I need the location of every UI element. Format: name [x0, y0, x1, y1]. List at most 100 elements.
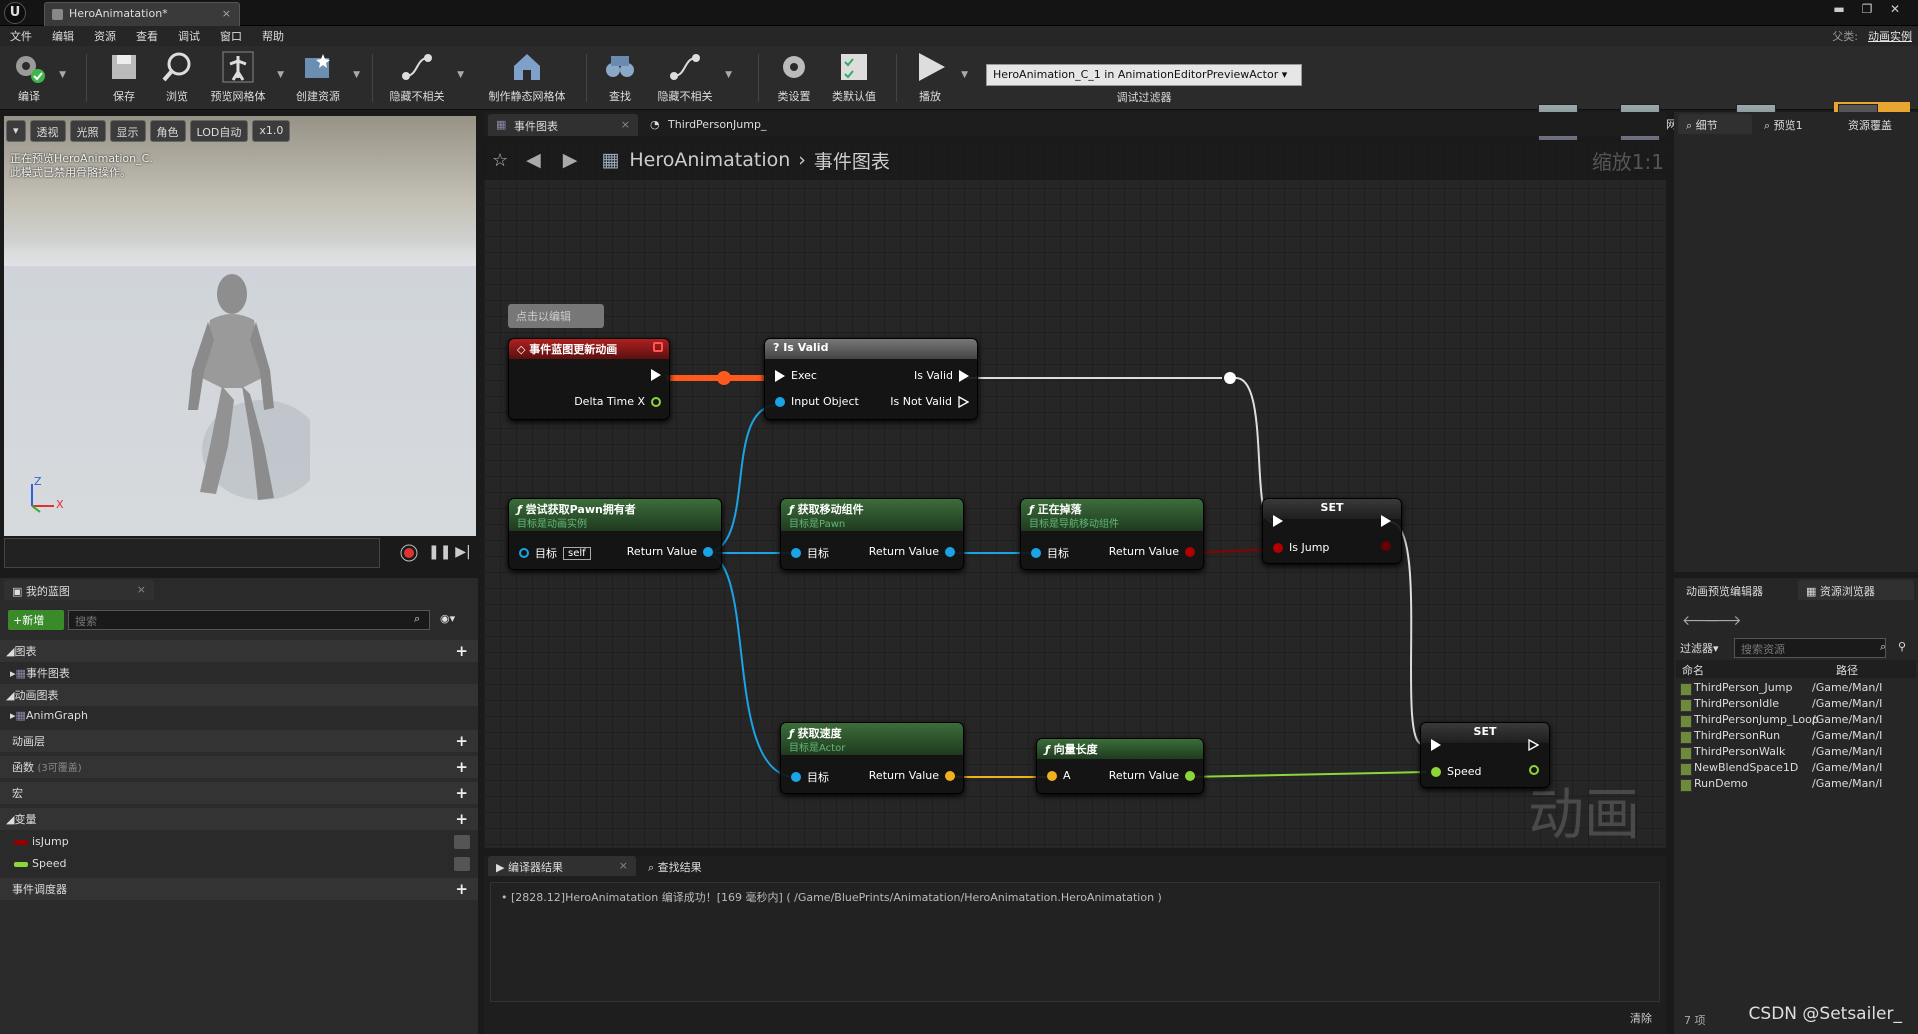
tab-compiler-results-label: 编译器结果 — [507, 861, 563, 874]
asset-search-input[interactable]: 搜索资源 — [1734, 638, 1886, 658]
vector-length-node[interactable]: ƒ 向量长度 A Return Value — [1036, 738, 1204, 794]
is-not-valid-label: Is Not Valid — [890, 395, 952, 408]
set-isjump-exec-out-pin[interactable] — [1381, 515, 1391, 527]
get-velocity-target-label: 目标 — [807, 771, 829, 784]
asset-list-item[interactable]: ThirdPersonWalk/Game/Man/I — [1680, 745, 1916, 761]
tab-anim-preview-editor[interactable]: 动画预览编辑器 — [1678, 580, 1794, 600]
is-valid-title: Is Valid — [783, 341, 829, 354]
object-pin-icon — [791, 548, 801, 558]
is-falling-header: ƒ 正在掉落 目标是导航移动组件 — [1021, 499, 1203, 531]
tab-find-results[interactable]: ⌕ 查找结果 — [640, 856, 788, 876]
vector-length-return-pin[interactable]: Return Value — [1109, 769, 1195, 782]
is-not-valid-out-pin[interactable]: Is Not Valid — [890, 395, 969, 408]
compiler-message: [2828.12]HeroAnimatation 编译成功！[169 毫秒内] … — [511, 891, 1162, 904]
forward-arrow-icon[interactable]: 🡒 — [1704, 612, 1742, 629]
bool-pin-icon — [1273, 542, 1283, 553]
get-velocity-return-pin[interactable]: Return Value — [869, 769, 955, 782]
comment-bubble[interactable]: 点击以编辑 — [508, 304, 604, 328]
try-get-pawn-target-label: 目标 — [535, 547, 557, 560]
exec-hollow-icon — [1528, 739, 1539, 751]
function-icon: ƒ — [1045, 743, 1054, 756]
get-movement-subtitle: 目标是Pawn — [789, 519, 846, 530]
event-node-update-animation[interactable]: ◇ 事件蓝图更新动画 Delta Time X — [508, 338, 670, 420]
object-pin-icon — [945, 546, 955, 557]
column-path-header[interactable]: 路径 — [1836, 662, 1858, 678]
close-icon[interactable]: × — [619, 859, 628, 872]
is-valid-input-pin[interactable]: Input Object — [775, 395, 859, 408]
filter-dropdown[interactable]: 过滤器▾ — [1680, 640, 1719, 656]
vector-pin-icon — [1047, 770, 1057, 781]
set-isjump-value-pin[interactable]: Is Jump — [1273, 541, 1329, 554]
vector-length-return-label: Return Value — [1108, 769, 1179, 782]
details-icon: ⌕ — [1686, 119, 1696, 132]
delta-time-pin[interactable]: Delta Time X — [574, 395, 661, 408]
tab-compiler-results[interactable]: ▶ 编译器结果 × — [488, 856, 636, 876]
vector-pin-icon — [945, 770, 955, 781]
asset-path: /Game/Man/I — [1812, 761, 1883, 774]
asset-list-item[interactable]: ThirdPersonRun/Game/Man/I — [1680, 729, 1916, 745]
set-speed-title: SET — [1473, 725, 1497, 738]
tab-asset-browser-label: 资源浏览器 — [1819, 585, 1875, 598]
tab-preview-label: 预览1 — [1773, 119, 1803, 132]
set-speed-exec-in-pin[interactable] — [1431, 739, 1441, 751]
set-isjump-title: SET — [1320, 501, 1344, 514]
asset-list-item[interactable]: NewBlendSpace1D/Game/Man/I — [1680, 761, 1916, 777]
set-isjump-node[interactable]: SET Is Jump — [1262, 498, 1402, 564]
asset-list-item[interactable]: ThirdPersonIdle/Game/Man/I — [1680, 697, 1916, 713]
asset-list-item[interactable]: ThirdPersonJump_Loop/Game/Man/I — [1680, 713, 1916, 729]
get-velocity-subtitle: 目标是Actor — [789, 743, 846, 754]
asset-list-item[interactable]: RunDemo/Game/Man/I — [1680, 777, 1916, 793]
asset-list-item[interactable]: ThirdPerson_Jump/Game/Man/I — [1680, 681, 1916, 697]
column-name-header[interactable]: 命名 — [1682, 662, 1704, 678]
set-isjump-output-pin[interactable] — [1381, 541, 1391, 551]
is-falling-target-pin[interactable]: 目标 — [1031, 545, 1069, 561]
set-speed-output-pin[interactable] — [1529, 765, 1539, 775]
set-speed-node[interactable]: SET Speed — [1420, 722, 1550, 788]
is-falling-node[interactable]: ƒ 正在掉落 目标是导航移动组件 目标 Return Value — [1020, 498, 1204, 570]
tab-details[interactable]: ⌕ 细节 — [1678, 114, 1752, 134]
self-value: self — [563, 546, 591, 560]
clear-button[interactable]: 清除 — [1630, 1010, 1652, 1026]
is-falling-target-label: 目标 — [1047, 547, 1069, 560]
set-isjump-exec-in-pin[interactable] — [1273, 515, 1283, 527]
set-speed-exec-out-pin[interactable] — [1528, 739, 1539, 751]
get-movement-return-pin[interactable]: Return Value — [869, 545, 955, 558]
try-get-pawn-owner-node[interactable]: ƒ 尝试获取Pawn拥有者 目标是动画实例 目标 self Return Value — [508, 498, 722, 570]
asset-path: /Game/Man/I — [1812, 777, 1883, 790]
get-movement-header: ƒ 获取移动组件 目标是Pawn — [781, 499, 963, 531]
get-velocity-target-pin[interactable]: 目标 — [791, 769, 829, 785]
exec-output-pin[interactable] — [651, 369, 661, 381]
object-pin-icon — [519, 548, 529, 558]
exec-reroute-node[interactable] — [1224, 372, 1236, 384]
vector-length-a-pin[interactable]: A — [1047, 769, 1071, 782]
tab-preview[interactable]: ⌕ 预览1 — [1756, 114, 1836, 134]
try-get-pawn-target-pin[interactable]: 目标 self — [519, 545, 591, 561]
search-icon: ⌕ — [1880, 640, 1887, 653]
get-movement-component-node[interactable]: ƒ 获取移动组件 目标是Pawn 目标 Return Value — [780, 498, 964, 570]
is-valid-exec-in-pin[interactable]: Exec — [775, 369, 817, 382]
is-valid-exec-label: Exec — [791, 369, 817, 382]
set-speed-value-pin[interactable]: Speed — [1431, 765, 1481, 778]
asset-name: ThirdPersonIdle — [1680, 697, 1816, 713]
asset-name: ThirdPerson_Jump — [1680, 681, 1816, 697]
asset-browser-icon: ▦ — [1806, 585, 1820, 598]
asset-path: /Game/Man/I — [1812, 697, 1883, 710]
is-valid-out-label: Is Valid — [914, 369, 953, 382]
tab-asset-override[interactable]: 资源覆盖 — [1840, 114, 1916, 134]
get-velocity-node[interactable]: ƒ 获取速度 目标是Actor 目标 Return Value — [780, 722, 964, 794]
tab-asset-browser[interactable]: ▦ 资源浏览器 — [1798, 580, 1914, 600]
user-icon[interactable]: ⚲ — [1898, 640, 1906, 653]
is-valid-node[interactable]: ? Is Valid Exec Input Object Is Valid Is… — [764, 338, 978, 420]
asset-name: RunDemo — [1680, 777, 1816, 793]
is-falling-return-pin[interactable]: Return Value — [1109, 545, 1195, 558]
set-isjump-pin-label: Is Jump — [1289, 541, 1330, 554]
try-get-pawn-return-pin[interactable]: Return Value — [627, 545, 713, 558]
question-icon: ? — [773, 341, 784, 354]
delegate-pin-icon[interactable] — [653, 342, 663, 352]
object-pin-icon — [703, 546, 713, 557]
asset-path: /Game/Man/I — [1812, 681, 1883, 694]
get-movement-target-pin[interactable]: 目标 — [791, 545, 829, 561]
is-valid-out-pin[interactable]: Is Valid — [914, 369, 969, 382]
find-icon: ⌕ — [648, 861, 658, 874]
set-speed-pin-label: Speed — [1447, 765, 1482, 778]
